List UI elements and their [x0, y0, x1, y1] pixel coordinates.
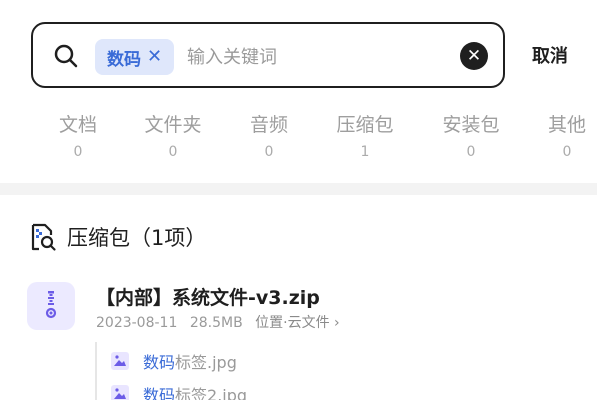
search-icon: [54, 44, 78, 68]
tab-label: 文件夹: [144, 114, 202, 136]
image-file-icon: [111, 385, 129, 400]
file-list-item[interactable]: 【内部】系统文件-v3.zip 2023-08-11 28.5MB 位置·云文件…: [27, 282, 587, 334]
file-search-icon: [31, 223, 56, 251]
file-location-link[interactable]: 位置·云文件 ›: [255, 315, 340, 331]
tab-count: 0: [466, 144, 476, 160]
search-row: 数码 ✕ ✕ 取消: [0, 0, 597, 110]
image-file-icon: [111, 352, 129, 370]
search-chip-label: 数码: [107, 49, 141, 70]
tab-other[interactable]: 其他 0: [527, 110, 597, 160]
tab-documents[interactable]: 文档 0: [38, 110, 118, 160]
list-item[interactable]: 数码标签2.jpg: [111, 382, 247, 400]
tab-label: 压缩包: [336, 114, 394, 136]
tab-count: 0: [168, 144, 178, 160]
category-tabs: 文档 0 文件夹 0 音频 0 压缩包 1 安装包 0 其他 0: [0, 110, 597, 182]
file-date: 2023-08-11: [96, 315, 178, 331]
tab-label: 文档: [58, 114, 97, 136]
close-icon: ✕: [466, 46, 482, 66]
list-item-label: 数码标签.jpg: [143, 349, 237, 373]
search-input[interactable]: [187, 40, 437, 74]
tab-label: 安装包: [442, 114, 500, 136]
file-meta: 2023-08-11 28.5MB 位置·云文件 ›: [96, 312, 348, 332]
highlight-text: 数码: [143, 386, 176, 400]
clear-search-button[interactable]: ✕: [460, 42, 488, 70]
tab-folders[interactable]: 文件夹 0: [133, 110, 213, 160]
highlight-text: 数码: [143, 353, 176, 372]
tab-count: 0: [73, 144, 83, 160]
file-size: 28.5MB: [189, 315, 243, 331]
filename-text: 标签.jpg: [175, 353, 237, 372]
tab-label: 其他: [547, 114, 586, 136]
search-box[interactable]: 数码 ✕ ✕: [31, 22, 505, 88]
tab-count: 0: [562, 144, 572, 160]
list-item-label: 数码标签2.jpg: [143, 382, 247, 400]
tab-audio[interactable]: 音频 0: [229, 110, 309, 160]
tab-label: 音频: [249, 114, 288, 136]
tab-installers[interactable]: 安装包 0: [431, 110, 511, 160]
cancel-button[interactable]: 取消: [532, 42, 568, 68]
filename-text: 标签2.jpg: [175, 386, 248, 400]
chip-remove-icon[interactable]: ✕: [147, 48, 162, 66]
section-header: 压缩包（1项）: [27, 222, 206, 252]
tab-count: 0: [264, 144, 274, 160]
search-chip[interactable]: 数码 ✕: [95, 39, 175, 75]
zip-file-icon: [27, 282, 75, 330]
archive-contents-list: 数码标签.jpg 数码标签2.jpg: [95, 342, 495, 400]
section-title: 压缩包（1项）: [67, 226, 207, 250]
file-name: 【内部】系统文件-v3.zip: [96, 287, 320, 309]
tab-count: 1: [360, 144, 370, 160]
section-divider: [0, 183, 597, 195]
tab-archives[interactable]: 压缩包 1: [325, 110, 405, 160]
list-item[interactable]: 数码标签.jpg: [111, 349, 237, 373]
